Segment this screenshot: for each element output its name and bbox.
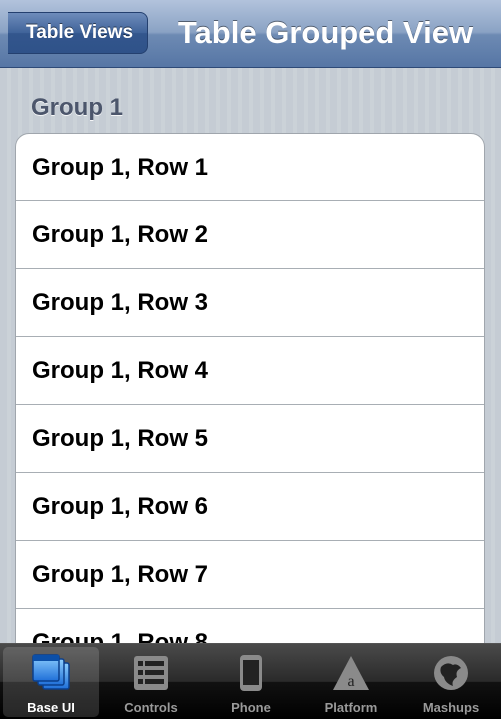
table-row[interactable]: Group 1, Row 4	[16, 337, 484, 405]
table-row[interactable]: Group 1, Row 1	[16, 134, 484, 201]
windows-icon	[32, 654, 70, 690]
table-row[interactable]: Group 1, Row 6	[16, 473, 484, 541]
tab-phone[interactable]: Phone	[203, 647, 299, 717]
tab-controls[interactable]: Controls	[103, 647, 199, 717]
tab-label: Platform	[324, 700, 378, 715]
table-row[interactable]: Group 1, Row 3	[16, 269, 484, 337]
svg-text:a: a	[347, 673, 354, 690]
platform-icon: a	[333, 656, 369, 690]
tab-label: Phone	[231, 700, 271, 715]
table-row[interactable]: Group 1, Row 2	[16, 201, 484, 269]
phone-icon	[240, 655, 262, 691]
page-title: Table Grouped View	[177, 15, 474, 50]
table-row[interactable]: Group 1, Row 7	[16, 541, 484, 609]
tab-label: Base UI	[27, 700, 75, 715]
tab-label: Controls	[124, 700, 178, 715]
navigation-bar: Table Views Table Grouped View	[0, 0, 501, 68]
tab-base-ui[interactable]: Base UI	[3, 647, 99, 717]
tab-mashups[interactable]: Mashups	[403, 647, 499, 717]
table-view[interactable]: Group 1 Group 1, Row 1 Group 1, Row 2 Gr…	[0, 68, 501, 643]
table-group: Group 1, Row 1 Group 1, Row 2 Group 1, R…	[15, 133, 485, 643]
back-button-label: Table Views	[26, 22, 134, 43]
tab-platform[interactable]: a Platform	[303, 647, 399, 717]
back-button[interactable]: Table Views	[8, 12, 148, 54]
tab-bar: Base UI Controls Phone a Platform Mashup…	[0, 643, 501, 719]
group-header: Group 1	[31, 94, 124, 121]
tab-label: Mashups	[422, 700, 480, 715]
controls-icon	[134, 656, 168, 690]
mashups-icon	[434, 656, 468, 690]
table-row[interactable]: Group 1, Row 5	[16, 405, 484, 473]
table-row[interactable]: Group 1, Row 8	[16, 609, 484, 643]
